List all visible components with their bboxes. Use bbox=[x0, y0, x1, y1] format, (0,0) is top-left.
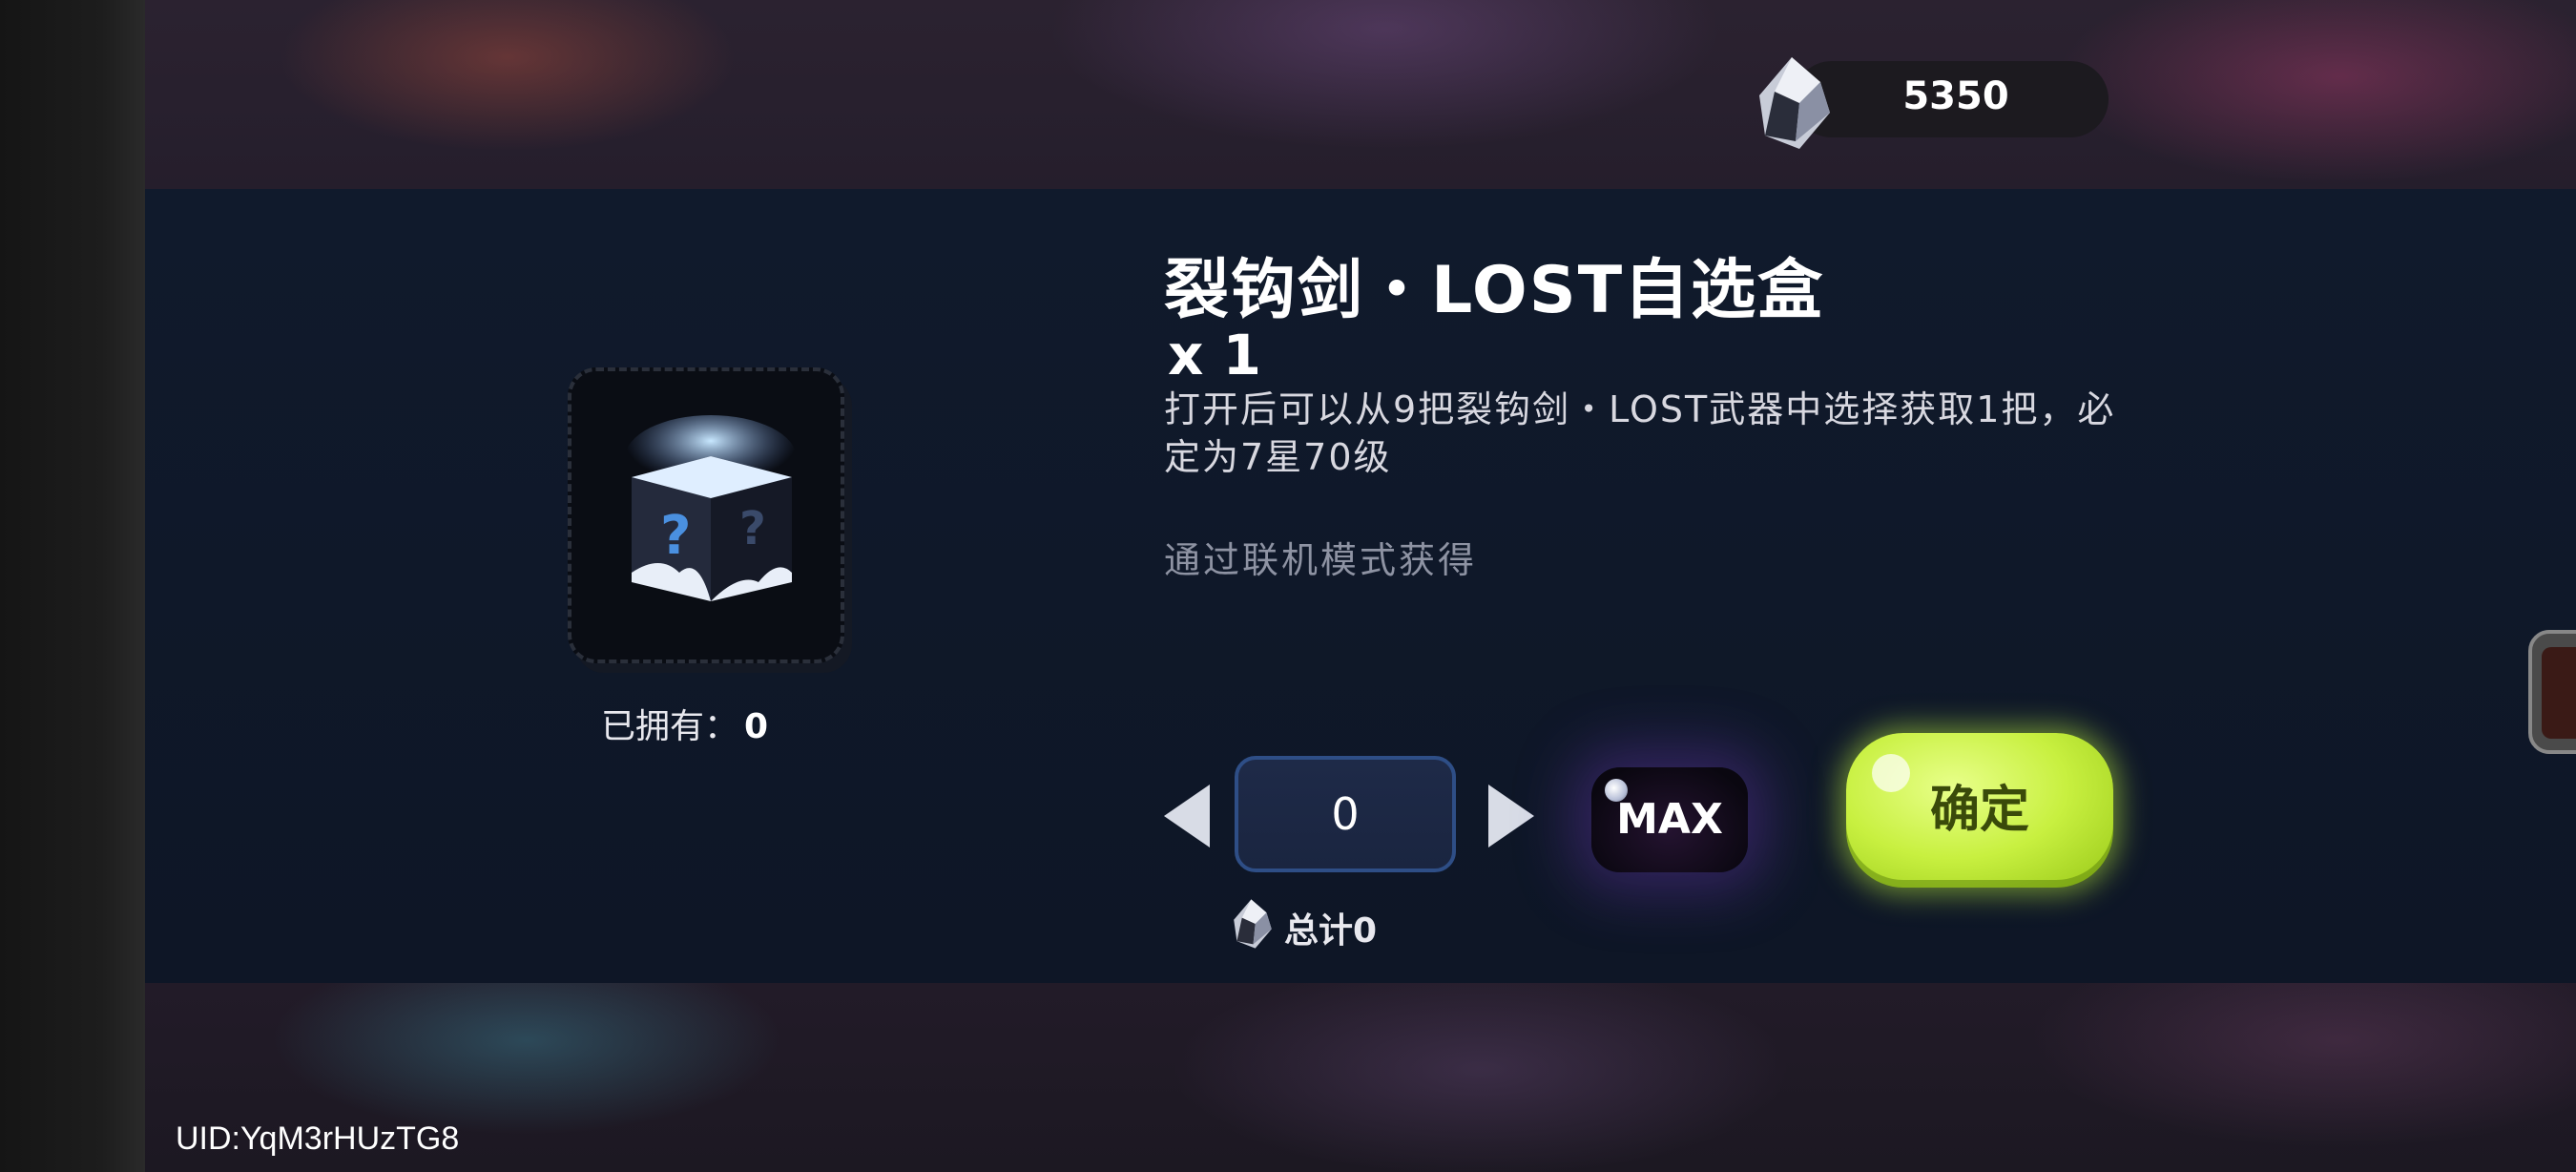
crystal-gem-icon bbox=[1759, 57, 1830, 149]
side-panel-tab[interactable] bbox=[2528, 630, 2576, 754]
background-bottom bbox=[145, 983, 2576, 1172]
max-button-highlight bbox=[1605, 779, 1628, 802]
item-name: 裂钩剑・LOST自选盒 bbox=[1164, 253, 1825, 328]
confirm-button-shine bbox=[1872, 754, 1910, 792]
owned-count: 0 bbox=[744, 707, 769, 746]
mystery-box-icon: ? ? bbox=[625, 415, 797, 601]
item-source: 通过联机模式获得 bbox=[1164, 539, 1478, 581]
svg-text:?: ? bbox=[739, 502, 766, 555]
crystal-gem-icon bbox=[1234, 899, 1272, 949]
svg-text:?: ? bbox=[660, 505, 691, 567]
left-edge-strip bbox=[0, 0, 145, 1172]
item-quantity: x 1 bbox=[1168, 323, 1261, 387]
quantity-input[interactable]: 0 bbox=[1235, 756, 1456, 872]
decrease-arrow-button[interactable] bbox=[1160, 781, 1214, 851]
currency-amount: 5350 bbox=[1902, 74, 2009, 118]
user-uid: UID:YqM3rHUzTG8 bbox=[176, 1120, 460, 1157]
increase-arrow-button[interactable] bbox=[1485, 781, 1538, 851]
total-cost: 总计0 bbox=[1284, 911, 1378, 951]
background-top bbox=[145, 0, 2576, 189]
owned-label: 已拥有： bbox=[601, 707, 739, 746]
side-tab-avatar bbox=[2542, 647, 2576, 739]
item-description: 打开后可以从9把裂钩剑・LOST武器中选择获取1把，必定为7星70级 bbox=[1164, 388, 2116, 478]
owned-count-label: 已拥有： 0 bbox=[601, 699, 768, 748]
